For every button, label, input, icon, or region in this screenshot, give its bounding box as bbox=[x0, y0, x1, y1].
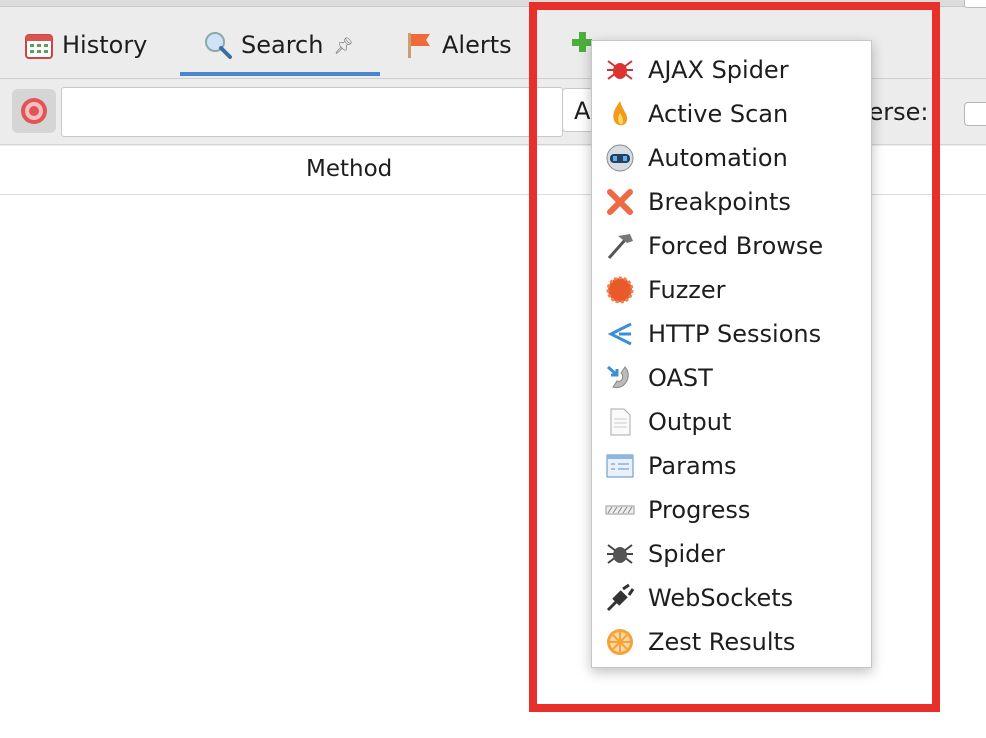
menu-item-label: Spider bbox=[648, 540, 726, 568]
target-button[interactable] bbox=[12, 89, 56, 133]
menu-item-label: Breakpoints bbox=[648, 188, 791, 216]
menu-item-label: Forced Browse bbox=[648, 232, 824, 260]
add-tab-menu: AJAX Spider Active Scan Automation Breakpoi… bbox=[591, 40, 872, 668]
sessions-icon bbox=[604, 318, 636, 350]
menu-item-automation[interactable]: Automation bbox=[592, 136, 871, 180]
menu-item-oast[interactable]: OAST bbox=[592, 356, 871, 400]
menu-item-zest-results[interactable]: Zest Results bbox=[592, 620, 871, 664]
menu-item-label: Automation bbox=[648, 144, 788, 172]
menu-item-label: OAST bbox=[648, 364, 713, 392]
params-icon bbox=[604, 450, 636, 482]
spider-icon bbox=[604, 538, 636, 570]
document-icon bbox=[604, 406, 636, 438]
menu-item-label: Params bbox=[648, 452, 737, 480]
menu-item-label: Fuzzer bbox=[648, 276, 726, 304]
top-divider bbox=[0, 0, 986, 7]
tab-history[interactable]: History bbox=[24, 30, 147, 60]
hammer-icon bbox=[604, 230, 636, 262]
pin-icon[interactable]: 📌︎ bbox=[333, 36, 353, 55]
plug-icon bbox=[604, 582, 636, 614]
fuzzer-gear-icon bbox=[604, 274, 636, 306]
flame-icon bbox=[604, 98, 636, 130]
menu-item-active-scan[interactable]: Active Scan bbox=[592, 92, 871, 136]
active-tab-indicator bbox=[180, 72, 380, 76]
flag-icon bbox=[404, 30, 434, 60]
menu-item-label: AJAX Spider bbox=[648, 56, 789, 84]
menu-item-params[interactable]: Params bbox=[592, 444, 871, 488]
progress-bar-icon bbox=[604, 494, 636, 526]
menu-item-output[interactable]: Output bbox=[592, 400, 871, 444]
menu-item-label: WebSockets bbox=[648, 584, 794, 612]
red-spider-icon bbox=[604, 54, 636, 86]
menu-item-label: Zest Results bbox=[648, 628, 796, 656]
menu-item-progress[interactable]: Progress bbox=[592, 488, 871, 532]
top-right-control[interactable] bbox=[964, 0, 986, 8]
menu-item-spider[interactable]: Spider bbox=[592, 532, 871, 576]
menu-item-label: Active Scan bbox=[648, 100, 789, 128]
tab-label: Alerts bbox=[442, 31, 512, 59]
tab-alerts[interactable]: Alerts bbox=[404, 30, 512, 60]
menu-item-ajax-spider[interactable]: AJAX Spider bbox=[592, 48, 871, 92]
inverse-checkbox[interactable] bbox=[964, 102, 986, 126]
menu-item-http-sessions[interactable]: HTTP Sessions bbox=[592, 312, 871, 356]
oast-phone-icon bbox=[604, 362, 636, 394]
menu-item-label: Progress bbox=[648, 496, 751, 524]
robot-icon bbox=[604, 142, 636, 174]
tab-label: History bbox=[62, 31, 148, 59]
tab-label: Search bbox=[241, 31, 324, 59]
x-cross-icon bbox=[604, 186, 636, 218]
target-icon bbox=[21, 98, 47, 124]
magnifier-icon bbox=[203, 30, 233, 60]
menu-item-label: HTTP Sessions bbox=[648, 320, 822, 348]
menu-item-label: Output bbox=[648, 408, 732, 436]
column-header-method[interactable]: Method bbox=[306, 156, 392, 182]
menu-item-websockets[interactable]: WebSockets bbox=[592, 576, 871, 620]
menu-item-fuzzer[interactable]: Fuzzer bbox=[592, 268, 871, 312]
orange-slice-icon bbox=[604, 626, 636, 658]
tab-search[interactable]: Search 📌︎ bbox=[203, 30, 354, 60]
calendar-icon bbox=[24, 30, 54, 60]
menu-item-breakpoints[interactable]: Breakpoints bbox=[592, 180, 871, 224]
search-input[interactable] bbox=[61, 87, 563, 137]
menu-item-forced-browse[interactable]: Forced Browse bbox=[592, 224, 871, 268]
